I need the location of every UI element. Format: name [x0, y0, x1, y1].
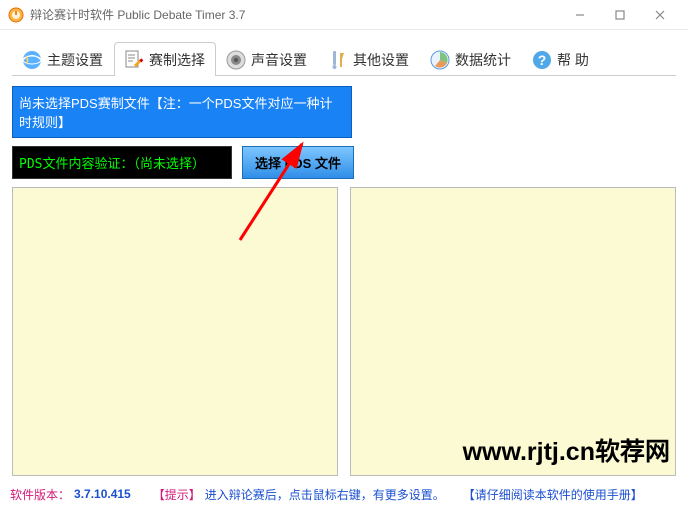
window-controls: [560, 1, 680, 29]
content-area: 主题设置 赛制选择 声音设置 其他设置 数据统计: [0, 30, 688, 482]
tab-format[interactable]: 赛制选择: [114, 42, 216, 76]
footer-bar: 软件版本： 3.7.10.415 【提示】 进入辩论赛后，点击鼠标右键，有更多设…: [0, 482, 688, 506]
help-icon: ?: [531, 49, 553, 71]
notice-bar: 尚未选择PDS赛制文件【注：一个PDS文件对应一种计时规则】: [12, 86, 352, 138]
tab-label: 赛制选择: [149, 50, 205, 70]
document-pencil-icon: [123, 49, 145, 71]
footer-version-value: 3.7.10.415: [74, 487, 131, 501]
left-panel: [12, 187, 338, 476]
tab-help[interactable]: ? 帮 助: [522, 42, 600, 76]
tab-sound[interactable]: 声音设置: [216, 42, 318, 76]
speaker-icon: [225, 49, 247, 71]
tab-label: 其他设置: [353, 50, 409, 70]
footer-version-label: 软件版本：: [10, 486, 70, 503]
tab-label: 数据统计: [455, 50, 511, 70]
tab-label: 主题设置: [47, 50, 103, 70]
footer-manual-link[interactable]: 【请仔细阅读本软件的使用手册】: [463, 486, 643, 503]
select-pds-button[interactable]: 选择 PDS 文件: [242, 146, 354, 179]
globe-icon: [21, 49, 43, 71]
tab-bar: 主题设置 赛制选择 声音设置 其他设置 数据统计: [12, 42, 676, 76]
verify-status: PDS文件内容验证：（尚未选择）: [12, 146, 232, 179]
tab-label: 帮 助: [557, 50, 589, 70]
tools-icon: [327, 49, 349, 71]
tab-stats[interactable]: 数据统计: [420, 42, 522, 76]
app-icon: [8, 7, 24, 23]
chart-icon: [429, 49, 451, 71]
close-button[interactable]: [640, 1, 680, 29]
window-title: 辩论赛计时软件 Public Debate Timer 3.7: [30, 6, 560, 23]
watermark-text: www.rjtj.cn软荐网: [463, 432, 670, 468]
file-select-row: PDS文件内容验证：（尚未选择） 选择 PDS 文件: [12, 146, 676, 179]
maximize-button[interactable]: [600, 1, 640, 29]
tab-other[interactable]: 其他设置: [318, 42, 420, 76]
svg-text:?: ?: [538, 52, 547, 68]
footer-tip-text: 进入辩论赛后，点击鼠标右键，有更多设置。: [205, 486, 445, 503]
tab-theme[interactable]: 主题设置: [12, 42, 114, 76]
tab-label: 声音设置: [251, 50, 307, 70]
footer-tip-open: 【提示】: [153, 486, 201, 503]
minimize-button[interactable]: [560, 1, 600, 29]
titlebar: 辩论赛计时软件 Public Debate Timer 3.7: [0, 0, 688, 30]
